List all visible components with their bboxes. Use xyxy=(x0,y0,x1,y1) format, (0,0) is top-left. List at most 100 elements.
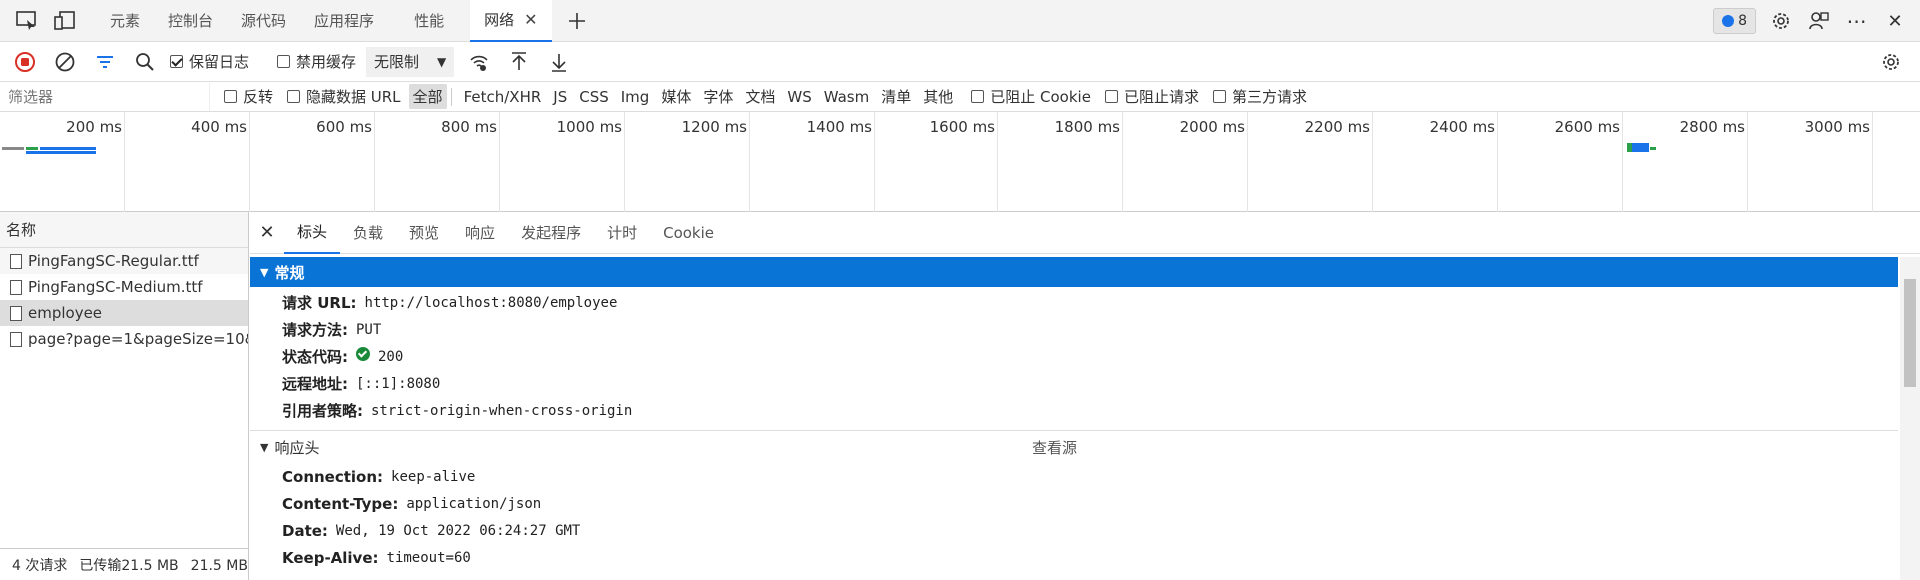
details-scrollbar[interactable] xyxy=(1900,257,1920,580)
filter-icon[interactable] xyxy=(90,47,120,77)
header-row-status-code: 状态代码: 200 xyxy=(282,346,404,366)
tick-label: 200 ms xyxy=(66,118,122,136)
stop-recording-icon[interactable] xyxy=(10,47,40,77)
tab-response[interactable]: 响应 xyxy=(452,212,508,254)
device-emulation-icon[interactable] xyxy=(52,8,78,34)
network-settings-icon[interactable] xyxy=(1876,47,1906,77)
gridline xyxy=(249,112,250,212)
gridline xyxy=(1372,112,1373,212)
blocked-requests-checkbox[interactable]: 已阻止请求 xyxy=(1104,86,1199,107)
filter-type-img[interactable]: Img xyxy=(617,86,654,108)
preserve-log-check[interactable] xyxy=(170,55,183,68)
scrollbar-thumb[interactable] xyxy=(1904,279,1916,387)
filter-input[interactable]: 筛选器 xyxy=(0,82,210,111)
timeline-overview[interactable]: 200 ms 400 ms 600 ms 800 ms 1000 ms 1200… xyxy=(0,112,1920,212)
inspect-element-icon[interactable] xyxy=(14,8,40,34)
tab-payload[interactable]: 负载 xyxy=(340,212,396,254)
request-row-selected[interactable]: employee xyxy=(0,300,248,326)
filter-type-wasm[interactable]: Wasm xyxy=(820,86,874,108)
tick-label: 2400 ms xyxy=(1429,118,1495,136)
filter-type-all[interactable]: 全部 xyxy=(408,84,447,109)
tick-label: 1400 ms xyxy=(806,118,872,136)
request-row[interactable]: PingFangSC-Regular.ttf xyxy=(0,248,248,274)
gridline xyxy=(1872,112,1873,212)
tab-network[interactable]: 网络 ✕ xyxy=(470,0,552,42)
filter-type-js[interactable]: JS xyxy=(549,86,571,108)
tick-label: 2600 ms xyxy=(1554,118,1620,136)
blocked-requests-check[interactable] xyxy=(1104,90,1118,103)
tab-timing[interactable]: 计时 xyxy=(594,212,650,254)
issues-badge[interactable]: 8 xyxy=(1713,8,1756,34)
gridline xyxy=(749,112,750,212)
tab-initiator[interactable]: 发起程序 xyxy=(508,212,594,254)
tab-cookies[interactable]: Cookie xyxy=(650,212,727,254)
invert-checkbox[interactable]: 反转 xyxy=(224,86,273,107)
export-har-icon[interactable] xyxy=(544,47,574,77)
close-devtools-icon[interactable]: ✕ xyxy=(1882,8,1908,34)
search-icon[interactable] xyxy=(130,47,160,77)
gridline xyxy=(124,112,125,212)
network-toolbar: 保留日志 禁用缓存 无限制 ▼ xyxy=(0,42,1920,82)
disable-cache-checkbox[interactable]: 禁用缓存 xyxy=(277,51,356,72)
tab-application[interactable]: 应用程序 xyxy=(300,0,388,42)
request-row[interactable]: page?page=1&pageSize=10&... xyxy=(0,326,248,352)
network-status-bar: 4 次请求 已传输21.5 MB 21.5 MB 条 xyxy=(0,548,249,580)
general-section-header[interactable]: ▼ 常规 xyxy=(250,257,1898,287)
collapse-triangle-icon: ▼ xyxy=(260,265,269,279)
gridline xyxy=(374,112,375,212)
tab-sources[interactable]: 源代码 xyxy=(227,0,300,42)
tab-console[interactable]: 控制台 xyxy=(154,0,227,42)
tab-preview[interactable]: 预览 xyxy=(396,212,452,254)
filter-separator xyxy=(450,87,452,106)
file-icon xyxy=(10,305,22,321)
response-headers-section-header[interactable]: ▼ 响应头 查看源 xyxy=(250,431,1898,463)
tick-label: 3000 ms xyxy=(1804,118,1870,136)
network-conditions-icon[interactable] xyxy=(464,47,494,77)
throttle-select[interactable]: 无限制 ▼ xyxy=(366,46,455,77)
disable-cache-check[interactable] xyxy=(277,55,291,68)
close-details-icon[interactable]: ✕ xyxy=(250,222,284,243)
blocked-cookies-check[interactable] xyxy=(971,90,985,103)
tick-label: 2200 ms xyxy=(1304,118,1370,136)
filter-type-font[interactable]: 字体 xyxy=(699,84,737,109)
third-party-check[interactable] xyxy=(1212,90,1226,103)
request-bar xyxy=(1650,147,1656,150)
blocked-cookies-checkbox[interactable]: 已阻止 Cookie xyxy=(971,86,1091,107)
filter-type-manifest[interactable]: 清单 xyxy=(877,84,915,109)
add-tab-icon[interactable] xyxy=(564,8,590,34)
preserve-log-checkbox[interactable]: 保留日志 xyxy=(170,51,249,72)
request-row[interactable]: PingFangSC-Medium.ttf xyxy=(0,274,248,300)
import-har-icon[interactable] xyxy=(504,47,534,77)
request-bar xyxy=(26,147,38,150)
tab-performance[interactable]: 性能 xyxy=(388,0,470,42)
customize-profile-icon[interactable] xyxy=(1806,8,1832,34)
filter-type-ws[interactable]: WS xyxy=(783,86,815,108)
filter-type-css[interactable]: CSS xyxy=(575,86,613,108)
clear-icon[interactable] xyxy=(50,47,80,77)
status-ok-icon xyxy=(356,346,370,361)
close-tab-icon[interactable]: ✕ xyxy=(524,10,537,29)
filter-type-media[interactable]: 媒体 xyxy=(657,84,695,109)
hide-data-url-checkbox[interactable]: 隐藏数据 URL xyxy=(287,86,401,107)
tick-label: 600 ms xyxy=(316,118,372,136)
issues-count: 8 xyxy=(1738,13,1747,29)
more-options-icon[interactable]: ⋯ xyxy=(1844,8,1870,34)
name-column-header[interactable]: 名称 xyxy=(0,212,248,248)
tick-label: 1200 ms xyxy=(681,118,747,136)
third-party-checkbox[interactable]: 第三方请求 xyxy=(1212,86,1307,107)
tick-label: 1000 ms xyxy=(556,118,622,136)
tick-label: 1800 ms xyxy=(1054,118,1120,136)
tabbar-right-actions: 8 ⋯ ✕ xyxy=(1713,0,1920,42)
filter-type-fetch-xhr[interactable]: Fetch/XHR xyxy=(460,86,546,108)
request-bar xyxy=(2,147,24,150)
filter-type-other[interactable]: 其他 xyxy=(919,84,957,109)
tab-elements[interactable]: 元素 xyxy=(96,0,154,42)
settings-gear-icon[interactable] xyxy=(1768,8,1794,34)
hide-data-url-check[interactable] xyxy=(287,90,301,103)
gridline xyxy=(1247,112,1248,212)
tab-headers[interactable]: 标头 xyxy=(284,212,341,254)
filter-type-doc[interactable]: 文档 xyxy=(741,84,779,109)
gridline xyxy=(1497,112,1498,212)
view-source-link[interactable]: 查看源 xyxy=(1032,437,1077,458)
invert-check[interactable] xyxy=(224,90,237,103)
